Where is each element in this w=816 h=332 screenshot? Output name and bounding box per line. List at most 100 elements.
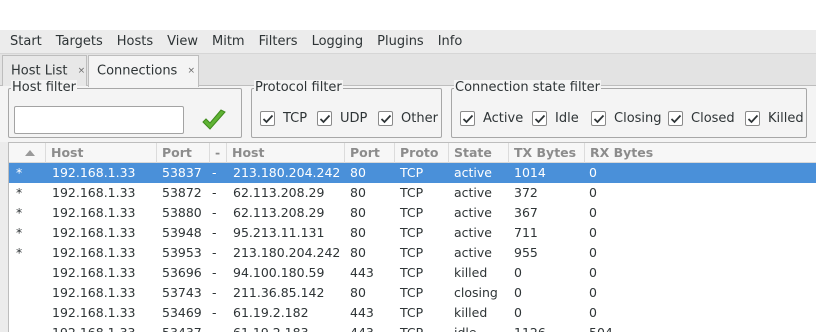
table-row[interactable]: * 192.168.1.33 53953- 213.180.204.242 80 TCP a… [9, 243, 816, 263]
cell-tx-bytes: 0 [514, 265, 522, 280]
cell-source-host: 192.168.1.33 [52, 285, 136, 300]
cell-state: active [454, 205, 492, 220]
checkbox-other[interactable]: Other [378, 111, 438, 126]
cell-dest-host: 95.213.11.131 [233, 225, 325, 240]
cell-state: closing [454, 285, 498, 300]
table-row[interactable]: 192.168.1.33 53469- 61.19.2.182 443 TCP kille… [9, 303, 816, 323]
cell-source-host: 192.168.1.33 [52, 245, 136, 260]
cell-proto: TCP [400, 323, 423, 332]
cell-tx-bytes: 955 [514, 245, 538, 260]
checkbox-label: TCP [283, 111, 308, 126]
table-row[interactable]: * 192.168.1.33 53880- 62.113.208.29 80 TCP act… [9, 203, 816, 223]
menu-view[interactable]: View [160, 30, 205, 54]
cell-rx-bytes: 0 [589, 265, 597, 280]
cell-source-port: 53948 [162, 225, 202, 240]
checkbox-closing[interactable]: Closing [591, 111, 662, 126]
cell-direction: - [212, 205, 217, 220]
tab-connections[interactable]: Connections × [88, 55, 199, 87]
cell-tx-bytes: 372 [514, 185, 538, 200]
checkbox-label: UDP [340, 111, 368, 126]
cell-proto: TCP [400, 305, 424, 320]
table-row[interactable]: * 192.168.1.33 53948- 95.213.11.131 80 TCP act… [9, 223, 816, 243]
cell-marker: * [16, 165, 23, 180]
column-header-direction[interactable]: - [210, 143, 227, 163]
cell-source-host: 192.168.1.33 [52, 323, 136, 332]
connection-state-filter-group: Connection state filter Active Idle Clos… [451, 80, 807, 138]
column-header-rx-bytes[interactable]: RX Bytes [585, 143, 816, 163]
cell-source-port: 53880 [162, 205, 202, 220]
filter-panel: Host filter Protocol filter TCP UDP Othe… [0, 80, 816, 142]
close-tab-icon[interactable]: × [187, 56, 195, 86]
menu-info[interactable]: Info [431, 30, 470, 54]
cell-tx-bytes: 1014 [514, 165, 546, 180]
sort-ascending-icon [25, 150, 35, 156]
check-icon [593, 114, 605, 124]
cell-marker: * [16, 185, 23, 200]
cell-direction: - [212, 225, 217, 240]
table-row[interactable]: 192.168.1.33 53696- 94.100.180.59 443 TCP kil… [9, 263, 816, 283]
cell-source-host: 192.168.1.33 [52, 185, 136, 200]
checkbox-udp[interactable]: UDP [317, 111, 367, 126]
cell-dest-port: 443 [350, 305, 374, 320]
checkbox-idle[interactable]: Idle [532, 111, 579, 126]
column-header-proto[interactable]: Proto [395, 143, 449, 163]
cell-marker: * [16, 225, 23, 240]
menu-logging[interactable]: Logging [305, 30, 371, 54]
cell-direction: - [212, 245, 217, 260]
host-filter-input[interactable] [14, 106, 184, 134]
table-row[interactable]: * 192.168.1.33 53872- 62.113.208.29 80 TCP act… [9, 183, 816, 203]
column-header-sort[interactable] [9, 143, 46, 163]
menu-targets[interactable]: Targets [49, 30, 110, 54]
checkbox-box[interactable] [317, 111, 332, 126]
menu-plugins[interactable]: Plugins [370, 30, 431, 54]
column-header-dest-port[interactable]: Port [345, 143, 395, 163]
checkbox-box[interactable] [668, 111, 683, 126]
table-row[interactable]: 192.168.1.33 53437 - 61.19.2.183 443 TCP idle 1… [9, 323, 816, 332]
cell-dest-host: 61.19.2.182 [233, 305, 309, 320]
cell-dest-port: 80 [350, 225, 366, 240]
table-row[interactable]: 192.168.1.33 53743- 211.36.85.142 80 TCP clos… [9, 283, 816, 303]
cell-source-host: 192.168.1.33 [52, 225, 136, 240]
menubar: Start Targets Hosts View Mitm Filters Lo… [0, 30, 816, 54]
cell-source-port: 53953 [162, 245, 202, 260]
column-header-source-host[interactable]: Host [46, 143, 157, 163]
menu-hosts[interactable]: Hosts [110, 30, 160, 54]
column-header-state[interactable]: State [449, 143, 509, 163]
checkbox-killed[interactable]: Killed [745, 111, 804, 126]
checkbox-box[interactable] [460, 111, 475, 126]
checkbox-box[interactable] [260, 111, 275, 126]
checkbox-active[interactable]: Active [460, 111, 523, 126]
check-icon [380, 114, 392, 124]
cell-source-host: 192.168.1.33 [52, 265, 136, 280]
menu-filters[interactable]: Filters [252, 30, 305, 54]
cell-state: idle [454, 323, 477, 332]
apply-host-filter-button[interactable] [200, 107, 228, 135]
column-header-tx-bytes[interactable]: TX Bytes [509, 143, 585, 163]
cell-rx-bytes: 504 [589, 323, 613, 332]
table-row[interactable]: * 192.168.1.33 53837- 213.180.204.242 80 TCP a… [9, 163, 816, 183]
cell-source-port: 53837 [162, 165, 202, 180]
menu-start[interactable]: Start [3, 30, 49, 54]
cell-rx-bytes: 0 [589, 185, 597, 200]
check-icon [670, 114, 682, 124]
column-header-source-port[interactable]: Port [157, 143, 210, 163]
cell-dest-host: 62.113.208.29 [233, 185, 325, 200]
cell-tx-bytes: 711 [514, 225, 538, 240]
checkbox-box[interactable] [532, 111, 547, 126]
checkbox-tcp[interactable]: TCP [260, 111, 307, 126]
cell-direction: - [212, 185, 217, 200]
column-header-dest-host[interactable]: Host [227, 143, 345, 163]
menu-mitm[interactable]: Mitm [205, 30, 252, 54]
cell-source-port: 53872 [162, 185, 202, 200]
close-tab-icon[interactable]: × [78, 56, 86, 86]
cell-source-port: 53437 [162, 323, 202, 332]
checkbox-box[interactable] [745, 111, 760, 126]
cell-proto: TCP [400, 225, 424, 240]
checkbox-box[interactable] [378, 111, 393, 126]
checkbox-closed[interactable]: Closed [668, 111, 735, 126]
cell-dest-port: 443 [350, 265, 374, 280]
cell-state: active [454, 225, 492, 240]
checkbox-box[interactable] [591, 111, 606, 126]
cell-dest-host: 213.180.204.242 [233, 245, 341, 260]
cell-dest-port: 443 [350, 323, 374, 332]
